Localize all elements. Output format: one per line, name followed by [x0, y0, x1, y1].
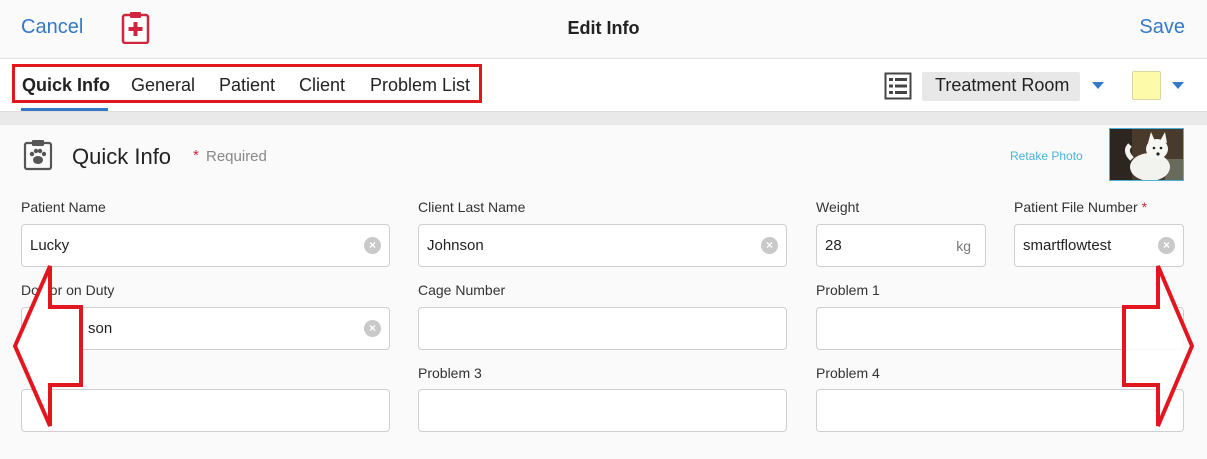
save-button[interactable]: Save — [1139, 16, 1185, 39]
patient-name-label: Patient Name — [21, 199, 106, 215]
active-tab-indicator — [21, 108, 108, 111]
swipe-right-arrow-icon — [1122, 265, 1195, 427]
clear-icon[interactable]: × — [364, 320, 381, 337]
list-view-icon[interactable] — [884, 72, 912, 100]
chevron-down-icon[interactable] — [1172, 82, 1184, 89]
cage-number-field[interactable] — [418, 307, 787, 350]
patient-photo[interactable] — [1109, 128, 1184, 181]
weight-label: Weight — [816, 199, 860, 215]
color-picker-swatch[interactable] — [1132, 71, 1161, 100]
weight-value: 28 — [825, 237, 842, 254]
quick-info-section: Quick Info * Required Retake Photo Patie… — [0, 125, 1207, 459]
retake-photo-link[interactable]: Retake Photo — [1010, 149, 1083, 163]
clear-icon[interactable]: × — [1158, 237, 1175, 254]
section-title: Quick Info — [72, 144, 172, 169]
cage-number-label: Cage Number — [418, 282, 506, 298]
section-divider — [0, 112, 1207, 125]
clear-icon[interactable]: × — [761, 237, 778, 254]
client-last-name-field[interactable]: Johnson × — [418, 224, 787, 267]
weight-unit: kg — [956, 238, 971, 254]
patient-name-value: Lucky — [30, 237, 70, 254]
patient-file-number-label-text: Patient File Number — [1014, 199, 1138, 215]
patient-name-field[interactable]: Lucky × — [21, 224, 390, 267]
problem-3-label: Problem 3 — [418, 365, 482, 381]
doctor-on-duty-value: son — [88, 320, 113, 337]
client-last-name-label: Client Last Name — [418, 199, 526, 215]
tabs-highlight-annotation — [12, 64, 482, 103]
location-select[interactable]: Treatment Room — [922, 72, 1080, 101]
page-title: Edit Info — [567, 18, 640, 38]
required-note: Required — [206, 148, 267, 165]
swipe-left-arrow-icon — [12, 265, 83, 427]
tab-bar: Quick Info General Patient Client Proble… — [0, 58, 1207, 112]
problem-1-label: Problem 1 — [816, 282, 880, 298]
dog-photo-image — [1110, 129, 1183, 180]
weight-field[interactable]: 28 kg — [816, 224, 986, 267]
problem-4-label: Problem 4 — [816, 365, 880, 381]
required-star: * — [1141, 199, 1148, 215]
top-bar: Cancel Edit Info Save — [0, 0, 1207, 58]
edit-info-screen: Cancel Edit Info Save Quick Info General… — [0, 0, 1207, 459]
chevron-down-icon[interactable] — [1092, 82, 1104, 89]
patient-file-number-label: Patient File Number * — [1014, 199, 1147, 215]
patient-file-number-field[interactable]: smartflowtest × — [1014, 224, 1184, 267]
clear-icon[interactable]: × — [364, 237, 381, 254]
required-marker: * — [193, 147, 199, 164]
paw-clipboard-icon — [23, 140, 53, 171]
patient-file-number-value: smartflowtest — [1023, 237, 1112, 254]
client-last-name-value: Johnson — [427, 237, 484, 254]
problem-3-field[interactable] — [418, 389, 787, 432]
